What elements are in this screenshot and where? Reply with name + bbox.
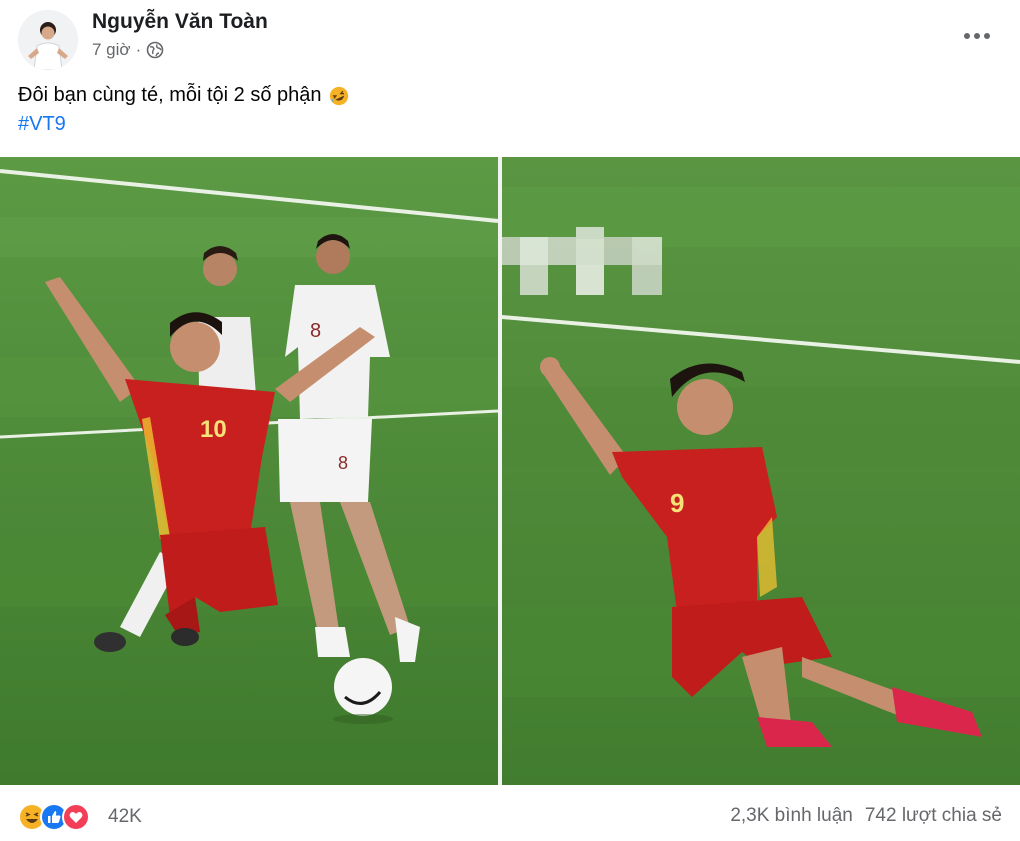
share-count[interactable]: 742 lượt chia sẻ	[865, 805, 1002, 827]
globe-icon[interactable]	[146, 41, 164, 59]
more-horizontal-icon	[964, 33, 990, 39]
post-footer: 42K 2,3K bình luận 742 lượt chia sẻ	[0, 795, 1020, 841]
more-options-button[interactable]	[955, 20, 999, 52]
reactions-summary[interactable]: 42K	[18, 803, 142, 831]
football-scene-right: 9	[502, 157, 1020, 785]
caption-text: Đôi bạn cùng té, mỗi tội 2 số phận	[18, 84, 322, 106]
photo-right-panel: 9	[502, 157, 1020, 785]
meta-separator: ·	[135, 40, 142, 59]
football-scene-left: 8 8 10	[0, 157, 498, 785]
engagement-stats: 2,3K bình luận 742 lượt chia sẻ	[730, 805, 1002, 827]
reaction-count: 42K	[108, 806, 142, 827]
profile-photo	[18, 10, 78, 70]
player-jersey-number-9: 9	[670, 488, 684, 518]
reaction-icons	[18, 803, 90, 831]
player-jersey-number-10: 10	[200, 416, 227, 443]
post-photo[interactable]: 8 8 10 9	[0, 157, 1020, 785]
love-icon	[62, 803, 90, 831]
hashtag-link[interactable]: #VT9	[18, 113, 66, 136]
post-caption: Đôi bạn cùng té, mỗi tội 2 số phận	[18, 84, 350, 107]
rolling-laughing-emoji-icon	[329, 86, 348, 105]
post-meta: 7 giờ ·	[92, 40, 164, 60]
opponent-jersey-number: 8	[310, 320, 321, 342]
avatar[interactable]	[18, 10, 78, 70]
post-time[interactable]: 7 giờ	[92, 40, 131, 60]
post-header: Nguyễn Văn Toàn 7 giờ ·	[0, 0, 1020, 80]
author-name[interactable]: Nguyễn Văn Toàn	[92, 10, 268, 34]
stats-gap	[853, 805, 865, 827]
opponent-shorts-number: 8	[338, 453, 348, 473]
photo-left-panel: 8 8 10	[0, 157, 498, 785]
blurred-watermark	[502, 227, 662, 295]
comment-count[interactable]: 2,3K bình luận	[730, 805, 853, 827]
